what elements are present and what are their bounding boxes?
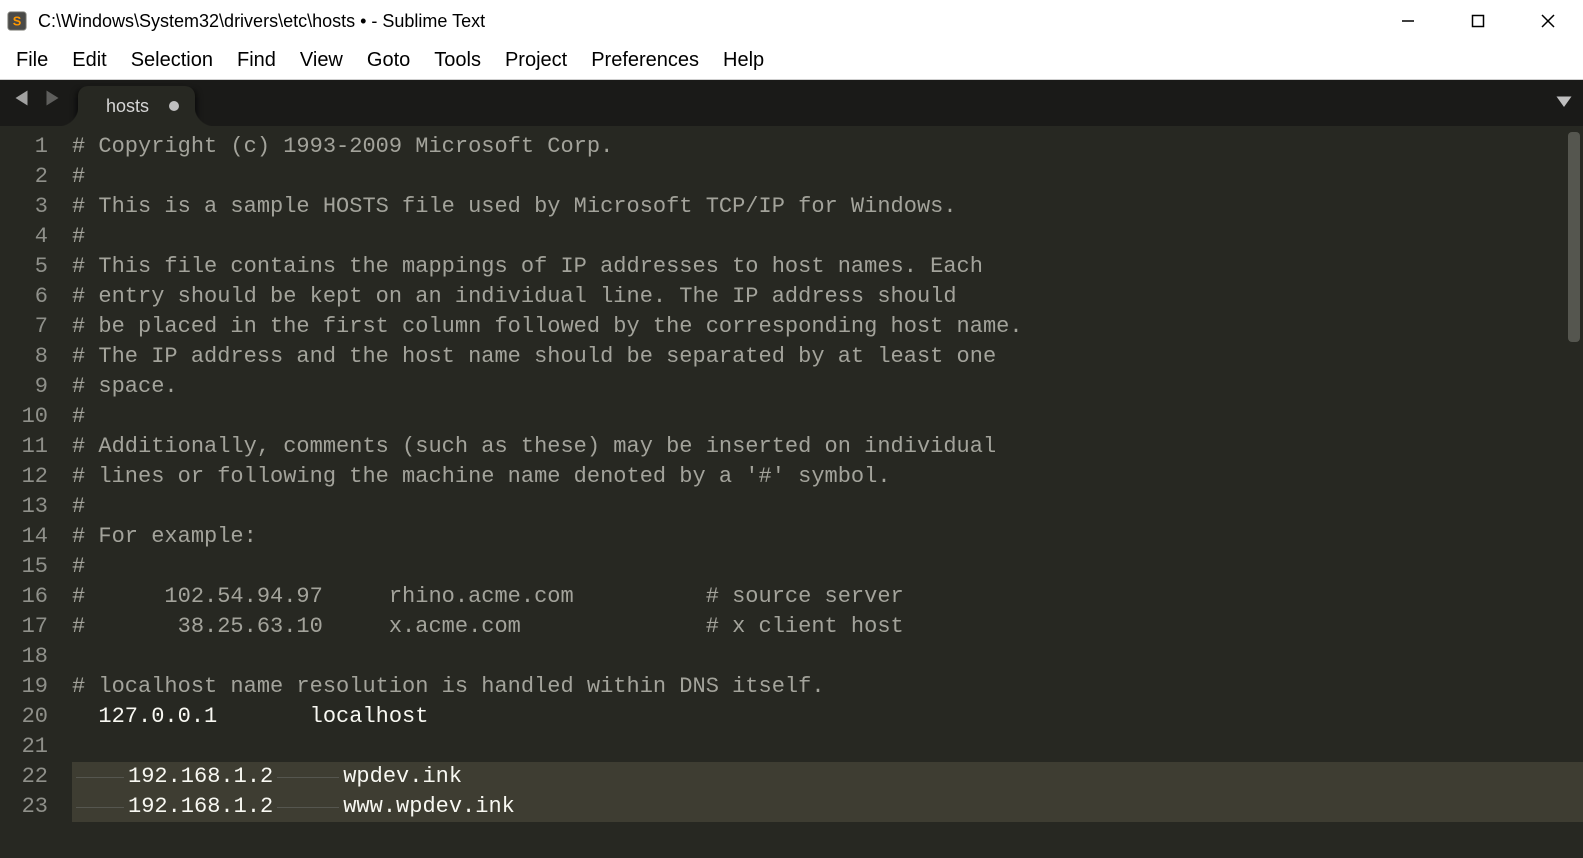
line-number: 20 [0, 702, 62, 732]
code-line[interactable]: # Copyright (c) 1993-2009 Microsoft Corp… [72, 132, 1583, 162]
menu-help[interactable]: Help [711, 45, 776, 76]
menu-project[interactable]: Project [493, 45, 579, 76]
code-line[interactable] [72, 732, 1583, 762]
line-number: 22 [0, 762, 62, 792]
line-number: 17 [0, 612, 62, 642]
close-button[interactable] [1513, 0, 1583, 42]
code-line[interactable]: # 38.25.63.10 x.acme.com # x client host [72, 612, 1583, 642]
line-number: 11 [0, 432, 62, 462]
window-title: C:\Windows\System32\drivers\etc\hosts • … [38, 11, 485, 32]
editor-area[interactable]: 1234567891011121314151617181920212223 # … [0, 126, 1583, 858]
nav-back-icon[interactable] [14, 89, 32, 112]
code-line[interactable]: 192.168.1.2wpdev.ink [72, 762, 1583, 792]
line-number: 18 [0, 642, 62, 672]
menu-view[interactable]: View [288, 45, 355, 76]
line-number: 12 [0, 462, 62, 492]
code-line[interactable]: # The IP address and the host name shoul… [72, 342, 1583, 372]
code-line[interactable]: # This is a sample HOSTS file used by Mi… [72, 192, 1583, 222]
tab-strip: hosts [0, 80, 1583, 126]
line-number-gutter: 1234567891011121314151617181920212223 [0, 126, 62, 858]
menu-edit[interactable]: Edit [60, 45, 118, 76]
code-line[interactable]: 127.0.0.1 localhost [72, 702, 1583, 732]
tab-hosts[interactable]: hosts [78, 86, 195, 126]
line-number: 2 [0, 162, 62, 192]
code-line[interactable]: # 102.54.94.97 rhino.acme.com # source s… [72, 582, 1583, 612]
line-number: 13 [0, 492, 62, 522]
tab-overflow-icon[interactable] [1555, 92, 1573, 115]
code-line[interactable]: 192.168.1.2www.wpdev.ink [72, 792, 1583, 822]
code-line[interactable]: # This file contains the mappings of IP … [72, 252, 1583, 282]
line-number: 5 [0, 252, 62, 282]
minimize-button[interactable] [1373, 0, 1443, 42]
svg-text:S: S [13, 14, 22, 29]
code-line[interactable]: # [72, 402, 1583, 432]
code-line[interactable] [72, 642, 1583, 672]
code-content[interactable]: # Copyright (c) 1993-2009 Microsoft Corp… [62, 126, 1583, 858]
window-controls [1373, 0, 1583, 42]
menu-file[interactable]: File [4, 45, 60, 76]
code-line[interactable]: # [72, 552, 1583, 582]
code-line[interactable]: # be placed in the first column followed… [72, 312, 1583, 342]
line-number: 9 [0, 372, 62, 402]
line-number: 10 [0, 402, 62, 432]
code-line[interactable]: # entry should be kept on an individual … [72, 282, 1583, 312]
line-number: 15 [0, 552, 62, 582]
line-number: 21 [0, 732, 62, 762]
code-line[interactable]: # space. [72, 372, 1583, 402]
menu-tools[interactable]: Tools [422, 45, 493, 76]
line-number: 16 [0, 582, 62, 612]
menu-goto[interactable]: Goto [355, 45, 422, 76]
line-number: 6 [0, 282, 62, 312]
menu-bar: FileEditSelectionFindViewGotoToolsProjec… [0, 42, 1583, 80]
menu-preferences[interactable]: Preferences [579, 45, 711, 76]
line-number: 8 [0, 342, 62, 372]
code-line[interactable]: # For example: [72, 522, 1583, 552]
code-line[interactable]: # [72, 222, 1583, 252]
maximize-button[interactable] [1443, 0, 1513, 42]
line-number: 1 [0, 132, 62, 162]
code-line[interactable]: # lines or following the machine name de… [72, 462, 1583, 492]
line-number: 23 [0, 792, 62, 822]
tab-label: hosts [106, 96, 149, 117]
code-line[interactable]: # [72, 162, 1583, 192]
line-number: 7 [0, 312, 62, 342]
line-number: 19 [0, 672, 62, 702]
code-line[interactable]: # localhost name resolution is handled w… [72, 672, 1583, 702]
dirty-indicator-icon [169, 101, 179, 111]
window-titlebar: S C:\Windows\System32\drivers\etc\hosts … [0, 0, 1583, 42]
code-line[interactable]: # [72, 492, 1583, 522]
line-number: 14 [0, 522, 62, 552]
line-number: 4 [0, 222, 62, 252]
line-number: 3 [0, 192, 62, 222]
menu-find[interactable]: Find [225, 45, 288, 76]
menu-selection[interactable]: Selection [119, 45, 225, 76]
vertical-scrollbar[interactable] [1568, 132, 1580, 342]
code-line[interactable]: # Additionally, comments (such as these)… [72, 432, 1583, 462]
app-icon: S [6, 10, 28, 32]
